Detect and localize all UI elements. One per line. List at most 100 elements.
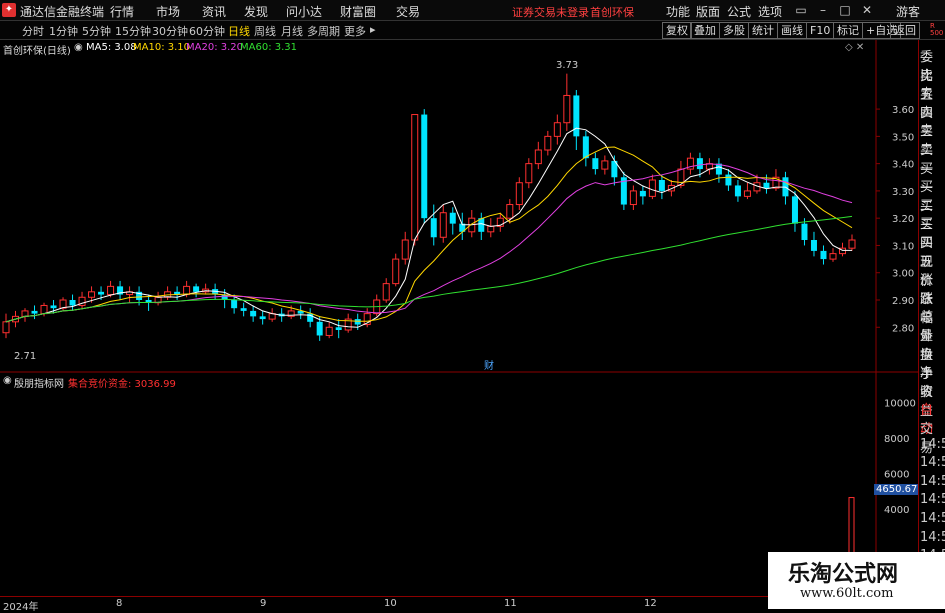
candle (525, 163, 533, 184)
high-price-label: 3.73 (556, 60, 578, 71)
restore-icon[interactable]: ▭ (792, 1, 810, 19)
candle (696, 158, 703, 170)
candles-group (2, 73, 856, 341)
biaoji-button[interactable]: 标记 (833, 22, 863, 39)
watermark-text: 乐淘公式网 (788, 561, 899, 587)
maximize-icon[interactable]: □ (836, 1, 854, 19)
trade-login-notice[interactable]: 证券交易未登录 (512, 4, 589, 20)
candle (582, 136, 589, 159)
candle (544, 135, 552, 151)
candle (563, 94, 571, 124)
period-60min[interactable]: 60分钟 (189, 23, 225, 39)
candle (658, 180, 665, 191)
price-tick-label: 2.80 (892, 323, 914, 334)
menu-gongshi[interactable]: 公式 (727, 3, 751, 20)
price-tick-label: 3.50 (892, 132, 914, 143)
candle (743, 190, 751, 197)
menu-bar: ✦ 通达信金融终端 行情 市场 资讯 发现 问小达 财富圈 交易 证券交易未登录… (0, 0, 945, 21)
candle (183, 285, 191, 296)
minimize-icon[interactable]: – (814, 1, 832, 19)
period-fenshi[interactable]: 分时 (22, 23, 44, 39)
stock-name-header: 首创环保 (590, 6, 634, 19)
candle (848, 239, 856, 249)
candle (592, 158, 599, 170)
candle (31, 310, 38, 314)
candlestick-chart[interactable]: 3.60 3.50 3.40 3.30 3.20 3.10 3.00 2.90 2.80 100… (0, 40, 918, 597)
quote-label: 14:56 (920, 436, 945, 452)
candle (449, 212, 456, 224)
date-label-oct: 10 (384, 598, 397, 609)
indicator-tick-label: 6000 (884, 470, 909, 481)
menu-hangqing[interactable]: 行情 (110, 3, 134, 20)
price-tick-label: 2.90 (892, 296, 914, 307)
back-button[interactable]: 返回 (890, 22, 920, 39)
date-label-2024: 2024年 (3, 602, 39, 613)
date-label-dec: 12 (644, 598, 657, 609)
period-15min[interactable]: 15分钟 (115, 23, 151, 39)
candle (335, 327, 342, 330)
quote-label: 14:56 (920, 529, 945, 545)
indicator-tick-label: 10000 (884, 399, 916, 410)
fuquan-button[interactable]: 复权 (662, 22, 692, 39)
candle (639, 190, 646, 197)
indicator-current-value: 4650.67 (874, 484, 920, 495)
candle (763, 182, 770, 189)
menu-zixun[interactable]: 资讯 (202, 3, 226, 20)
menu-shichang[interactable]: 市场 (156, 3, 180, 20)
candle (231, 300, 238, 309)
ma60-line (5, 215, 853, 323)
price-ticks-group: 3.60 3.50 3.40 3.30 3.20 3.10 3.00 2.90 2.80 (876, 105, 914, 334)
menu-jiaoyi[interactable]: 交易 (396, 3, 420, 20)
period-30min[interactable]: 30分钟 (152, 23, 188, 39)
caibao-marker: 财 (484, 359, 494, 372)
menu-xuanxiang[interactable]: 选项 (758, 3, 782, 20)
date-label-sep: 9 (260, 598, 267, 609)
indicator-tick-label: 8000 (884, 434, 909, 445)
ma20-line (5, 163, 853, 323)
close-icon[interactable]: ✕ (858, 1, 876, 19)
candle (107, 285, 115, 296)
more-dropdown-icon[interactable]: ▸ (370, 23, 376, 36)
quote-label: 14:56 (920, 455, 945, 471)
price-tick-label: 3.10 (892, 241, 914, 252)
guest-label[interactable]: 游客 (896, 3, 920, 20)
candle (801, 223, 808, 240)
period-daily[interactable]: 日线 (228, 23, 250, 39)
period-more[interactable]: 更多 (344, 23, 366, 39)
duogu-button[interactable]: 多股 (719, 22, 749, 39)
menu-wenxiaoda[interactable]: 问小达 (286, 3, 322, 20)
candle (392, 258, 400, 285)
menu-banmian[interactable]: 版面 (696, 3, 720, 20)
huaxian-button[interactable]: 画线 (777, 22, 807, 39)
price-tick-label: 3.40 (892, 160, 914, 171)
candle (69, 300, 76, 306)
panel-corner-label: R 500 (930, 22, 944, 37)
indicator-settings-icon[interactable]: ◉ (3, 375, 12, 386)
indicator-title: 殷朋指标网 (14, 379, 64, 390)
date-label-nov: 11 (504, 598, 517, 609)
candle (629, 190, 637, 206)
period-monthly[interactable]: 月线 (281, 23, 303, 39)
price-tick-label: 3.20 (892, 214, 914, 225)
candle (193, 286, 200, 292)
f10-button[interactable]: F10 (806, 22, 835, 39)
tongji-button[interactable]: 统计 (748, 22, 778, 39)
period-5min[interactable]: 5分钟 (82, 23, 111, 39)
period-1min[interactable]: 1分钟 (49, 23, 78, 39)
candle (506, 204, 514, 219)
indicator-value-label: 集合竞价资金: 3036.99 (68, 379, 176, 390)
price-tick-label: 3.00 (892, 269, 914, 280)
candle (316, 321, 323, 336)
menu-caifuquan[interactable]: 财富圈 (340, 3, 376, 20)
menu-faxian[interactable]: 发现 (244, 3, 268, 20)
indicator-tick-label: 4000 (884, 505, 909, 516)
candle (259, 316, 266, 320)
candle (50, 305, 57, 309)
low-price-label: 2.71 (14, 351, 36, 362)
period-multi[interactable]: 多周期 (307, 23, 340, 39)
period-weekly[interactable]: 周线 (254, 23, 276, 39)
date-label-aug: 8 (116, 598, 123, 609)
app-logo-icon: ✦ (2, 3, 16, 17)
diejia-button[interactable]: 叠加 (690, 22, 720, 39)
menu-gongneng[interactable]: 功能 (666, 3, 690, 20)
